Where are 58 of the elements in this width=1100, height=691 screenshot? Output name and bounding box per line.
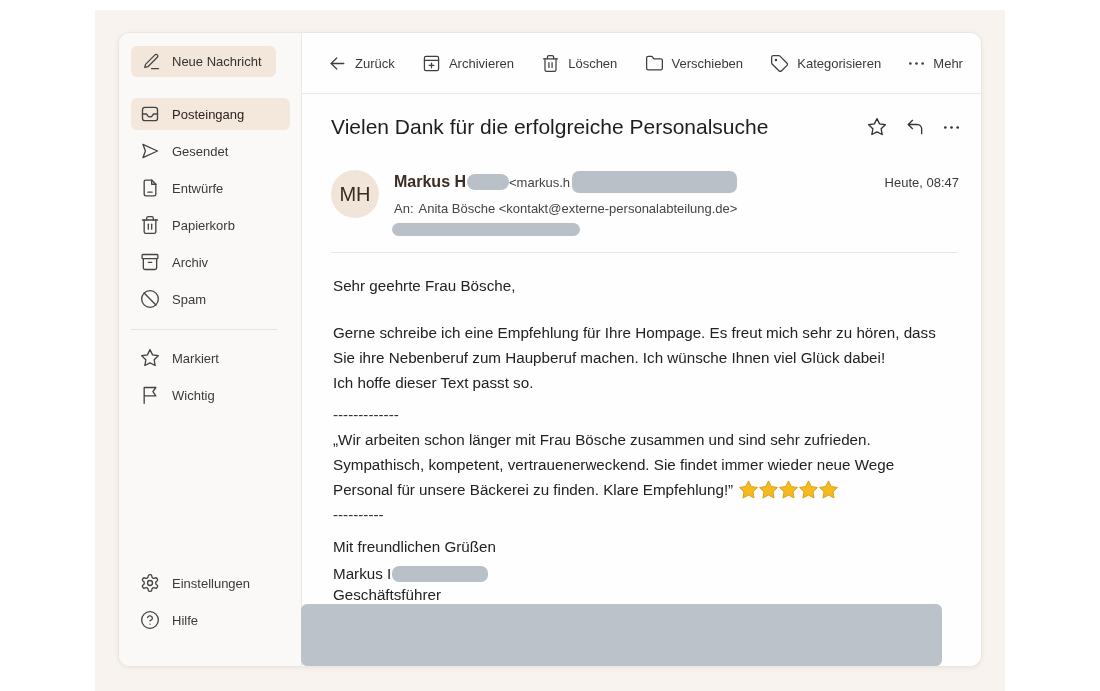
folder-icon	[645, 54, 663, 72]
toolbar-button[interactable]: Löschen	[542, 49, 618, 77]
sidebar-item[interactable]: Hilfe	[131, 604, 290, 636]
more-icon	[909, 61, 925, 65]
message-subject: Vielen Dank für die erfolgreiche Personalsuche	[331, 115, 769, 139]
sender-address: <markus.h	[509, 174, 571, 190]
star-icon	[141, 349, 159, 367]
settings-icon	[141, 574, 159, 592]
star-icon	[779, 480, 799, 499]
body-paragraph: Mit freundlichen Grüßen	[333, 537, 497, 557]
paper-plane-icon	[141, 142, 159, 160]
body-paragraph: Sehr geehrte Frau Bösche,	[333, 276, 517, 296]
sidebar-item[interactable]: Entwürfe	[131, 172, 290, 204]
prohibited-icon	[141, 290, 159, 308]
sender-name: Markus H	[394, 173, 467, 191]
body-paragraph: Gerne schreibe ich eine Empfehlung für Ihre Hompage. Es freut mich sehr zu hören, dass Sie ihre Nebenberuf zum Haupberuf machen. Ich wünsche Ihnen viel Glück dabei! Ich hoffe dieser Text passt so.	[333, 323, 937, 393]
toolbar-button[interactable]: Archivieren	[422, 49, 514, 77]
star-icon[interactable]	[868, 118, 886, 136]
dash-separator: -------------	[333, 405, 400, 425]
inbox-icon	[141, 105, 159, 123]
sidebar-item[interactable]: Posteingang	[131, 98, 290, 130]
sidebar-item[interactable]: Papierkorb	[131, 209, 290, 241]
tag-icon	[771, 54, 789, 72]
recipient-address: Anita Bösche <kontakt@externe-personalabteilung.de>	[418, 200, 738, 216]
reply-icon[interactable]	[906, 118, 924, 136]
avatar: MH	[331, 170, 379, 218]
toolbar-button[interactable]: Verschieben	[645, 49, 744, 77]
compose-button[interactable]: Neue Nachricht	[131, 46, 276, 77]
pencil-icon	[143, 53, 160, 70]
help-icon	[141, 611, 159, 629]
message-date: Heute, 08:47	[884, 174, 959, 190]
toolbar-button[interactable]: Kategorisieren	[771, 49, 882, 77]
toolbar-button[interactable]: Zurück	[329, 49, 395, 77]
star-icon	[819, 480, 839, 499]
recipient-label: An:	[394, 200, 414, 216]
trash-icon	[141, 216, 159, 234]
sidebar-item[interactable]: Archiv	[131, 246, 290, 278]
back-arrow-icon	[329, 54, 346, 72]
dash-separator: ----------	[333, 505, 385, 525]
archive-box-icon	[422, 54, 440, 72]
sidebar-item[interactable]: Markiert	[131, 342, 290, 374]
signature-line: Geschäftsführer	[333, 585, 442, 605]
star-icon	[759, 480, 779, 499]
star-icon	[739, 480, 759, 499]
document-icon	[141, 179, 159, 197]
testimonial-quote: „Wir arbeiten schon länger mit Frau Bösche zusammen und sind sehr zufrieden. Sympathisch, kompetent, vertrauenerweckend. Sie findet immer wieder neue Wege	[333, 430, 895, 475]
sidebar-item[interactable]: Einstellungen	[131, 567, 290, 599]
testimonial-quote: Personal für unsere Bäckerei zu finden. Klare Empfehlung!”	[333, 480, 734, 500]
star-icon	[799, 480, 819, 499]
archive-box-icon	[141, 253, 159, 271]
flag-icon	[141, 386, 159, 404]
sidebar-item[interactable]: Wichtig	[131, 379, 290, 411]
signature-line: Markus I	[333, 564, 392, 584]
toolbar-button[interactable]: Mehr	[909, 49, 963, 77]
trash-icon	[542, 54, 560, 72]
sidebar-item[interactable]: Spam	[131, 283, 290, 315]
more-icon[interactable]	[944, 125, 959, 129]
sidebar-item[interactable]: Gesendet	[131, 135, 290, 167]
